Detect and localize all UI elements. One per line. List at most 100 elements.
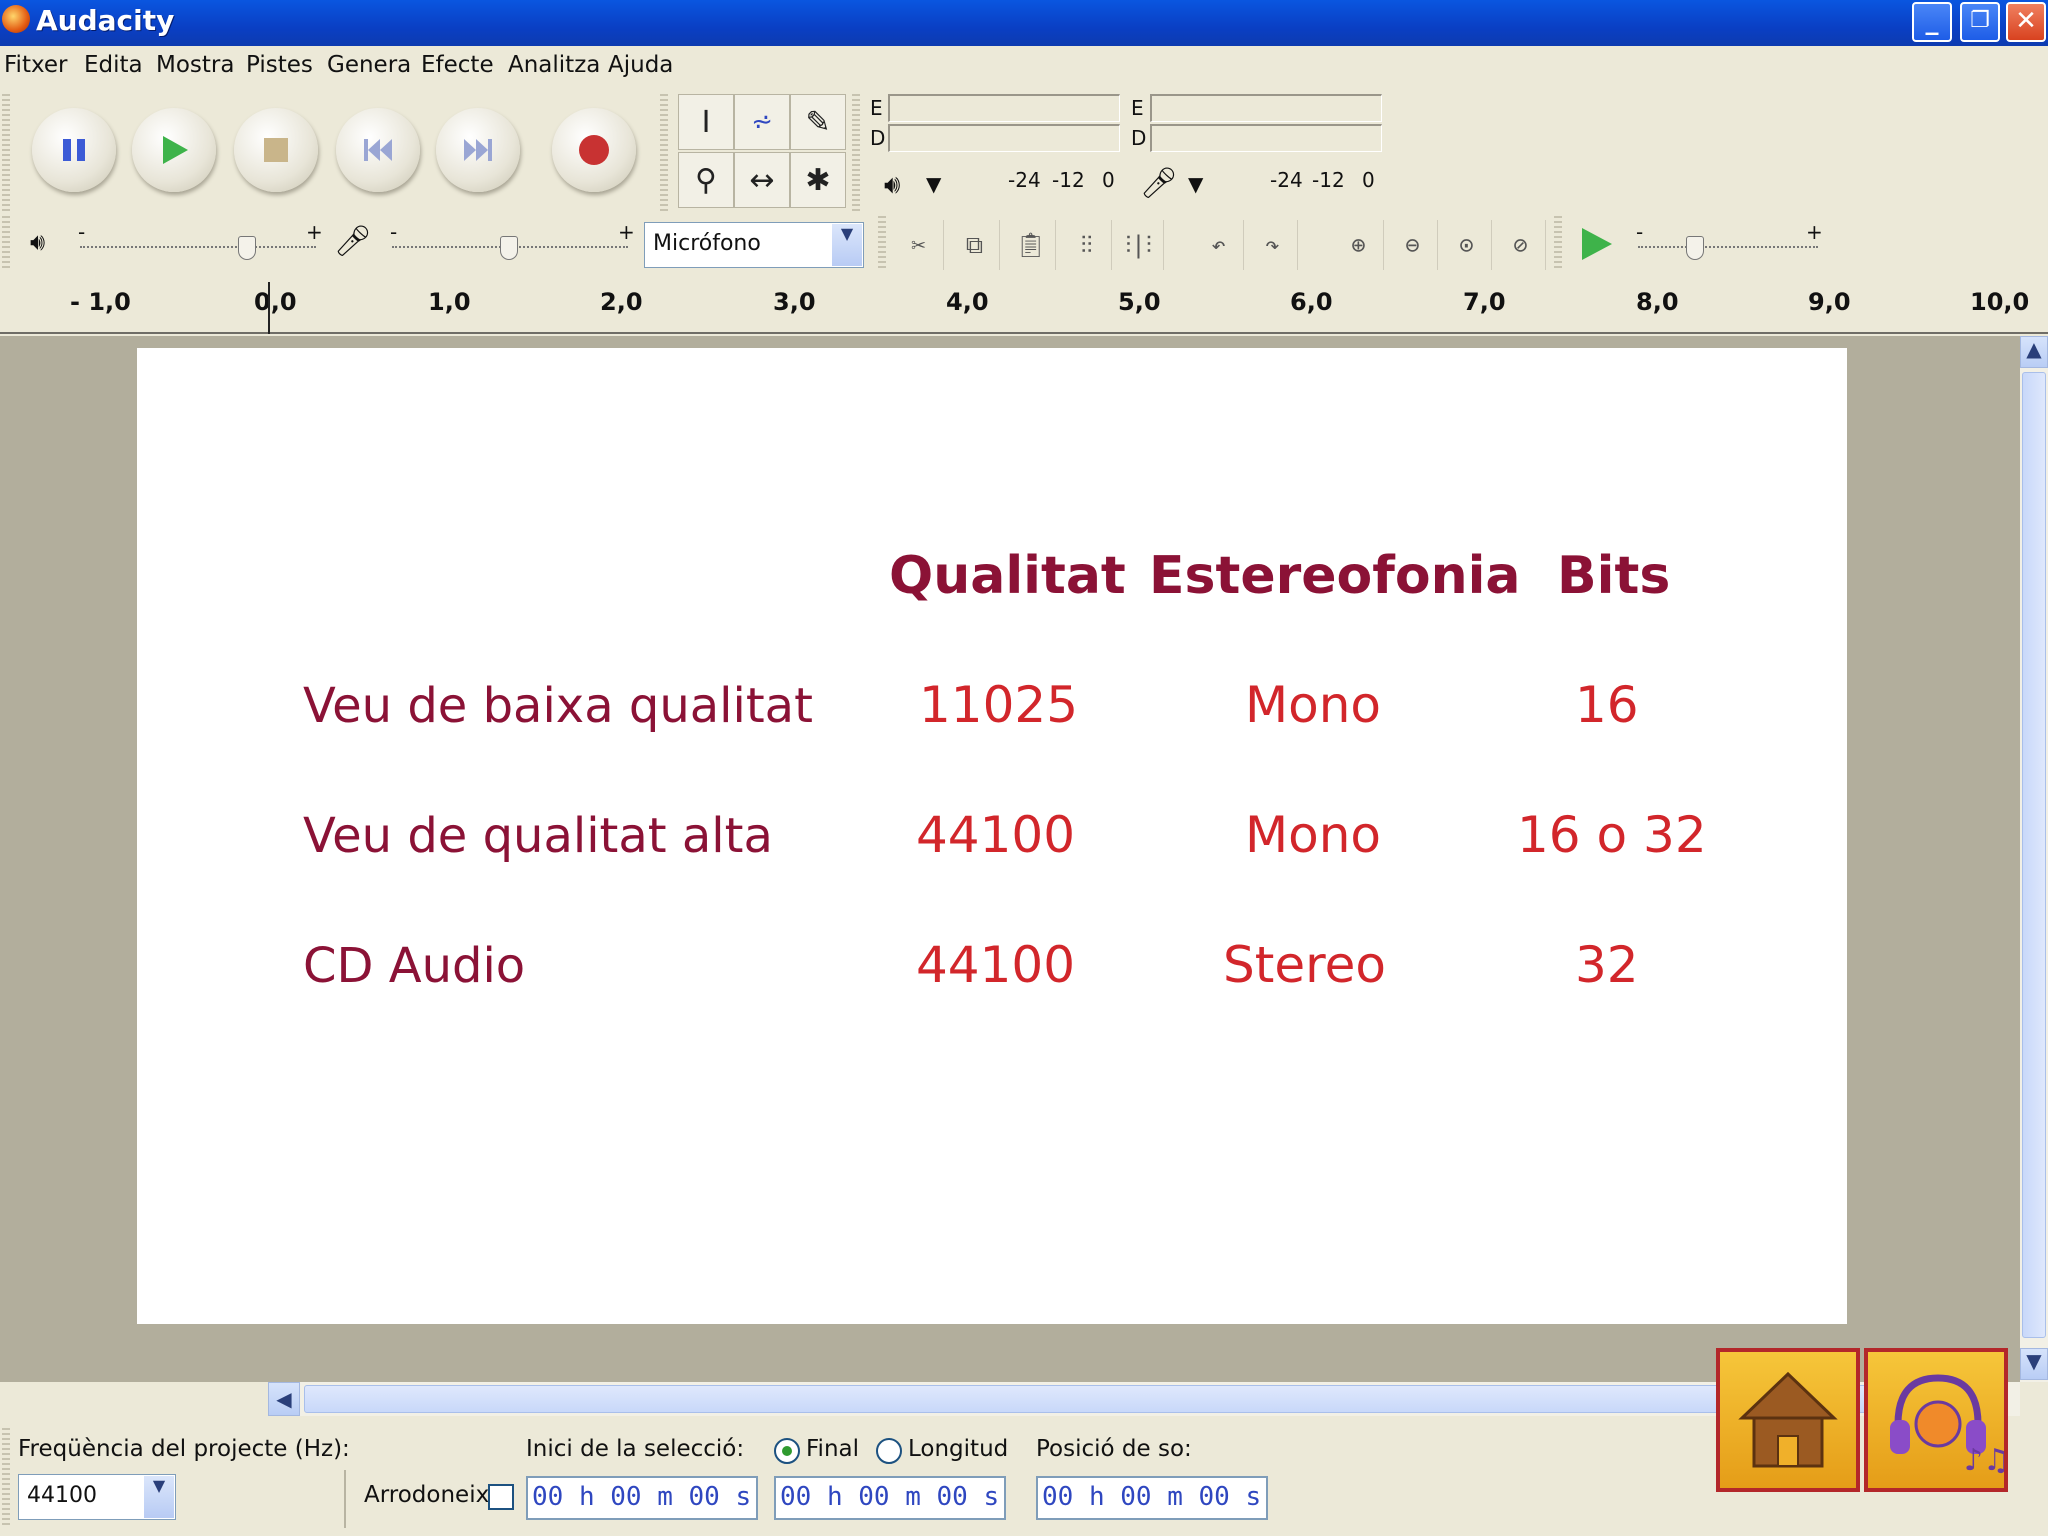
snap-label: Arrodoneix — [364, 1482, 490, 1508]
menu-ajuda[interactable]: Ajuda — [608, 52, 673, 78]
speaker-icon[interactable]: 🔊︎ — [884, 170, 900, 201]
final-radio[interactable] — [774, 1438, 800, 1464]
header-bits: Bits — [1557, 546, 1671, 606]
play-button[interactable] — [132, 108, 216, 192]
record-meter-left — [1150, 94, 1382, 122]
stop-button[interactable] — [234, 108, 318, 192]
fit-project-icon[interactable]: ⊘ — [1496, 220, 1546, 270]
rec-meter-left-label: E — [1131, 96, 1144, 120]
record-button[interactable] — [552, 108, 636, 192]
undo-icon[interactable]: ↶ — [1194, 220, 1244, 270]
record-volume-thumb[interactable] — [500, 236, 518, 260]
playhead-cursor[interactable] — [268, 282, 270, 334]
ruler-label: 6,0 — [1290, 288, 1333, 316]
radio-selected-dot — [782, 1446, 792, 1456]
menu-pistes[interactable]: Pistes — [246, 52, 313, 78]
separator — [344, 1470, 346, 1528]
ruler-label: 2,0 — [600, 288, 643, 316]
input-source-select[interactable]: Micrófono — [644, 222, 864, 268]
toolbar-grip[interactable] — [878, 216, 886, 270]
multi-tool-icon[interactable]: ✱ — [790, 152, 846, 208]
playback-volume-thumb[interactable] — [238, 236, 256, 260]
cell-estereofonia: Mono — [1245, 806, 1382, 864]
cell-qualitat: 44100 — [916, 806, 1076, 864]
menu-edita[interactable]: Edita — [84, 52, 143, 78]
play-icon — [1582, 228, 1612, 260]
ruler-label: 9,0 — [1808, 288, 1851, 316]
restore-icon[interactable]: ❐ — [1960, 2, 2000, 42]
timeline-ruler[interactable]: - 1,0 0,0 1,0 2,0 3,0 4,0 5,0 6,0 7,0 8,… — [0, 276, 2048, 334]
paste-icon[interactable]: 📋︎ — [1006, 220, 1056, 270]
menu-efecte[interactable]: Efecte — [421, 52, 494, 78]
vertical-scroll-thumb[interactable] — [2022, 372, 2046, 1338]
menu-bar: Fitxer Edita Mostra Pistes Genera Efecte… — [0, 46, 2048, 86]
playback-meter-left — [888, 94, 1120, 122]
minimize-icon[interactable]: _ — [1912, 2, 1952, 42]
selection-tool-icon[interactable]: I — [678, 94, 734, 150]
menu-analitza[interactable]: Analitza — [508, 52, 600, 78]
header-qualitat: Qualitat — [889, 546, 1126, 606]
trim-icon[interactable]: ⫶⫶ — [1062, 220, 1112, 270]
play-speed-thumb[interactable] — [1686, 236, 1704, 260]
timeshift-tool-icon[interactable]: ↔ — [734, 152, 790, 208]
toolbar-grip[interactable] — [2, 94, 10, 214]
skip-end-button[interactable] — [436, 108, 520, 192]
zoom-tool-icon[interactable]: ⚲ — [678, 152, 734, 208]
title-bar: Audacity _ ❐ ✕ — [0, 0, 2048, 46]
close-icon[interactable]: ✕ — [2006, 2, 2046, 42]
toolbar-grip[interactable] — [2, 1428, 10, 1528]
playback-volume-slider[interactable] — [80, 246, 316, 248]
music-button[interactable]: ♪♫ — [1864, 1348, 2010, 1492]
meter-scale-label: -12 — [1312, 168, 1345, 192]
scroll-up-icon[interactable]: ▲ — [2020, 336, 2048, 368]
toolbar-grip[interactable] — [2, 216, 10, 270]
play-at-speed-button[interactable] — [1578, 226, 1614, 266]
silence-icon[interactable]: ⫶|⫶ — [1114, 220, 1164, 270]
skip-start-button[interactable] — [336, 108, 420, 192]
scroll-left-icon[interactable]: ◀ — [268, 1382, 300, 1416]
longitud-label: Longitud — [908, 1436, 1009, 1462]
toolbar-grip[interactable] — [852, 94, 860, 214]
menu-fitxer[interactable]: Fitxer — [4, 52, 67, 78]
chevron-down-icon[interactable]: ▼ — [1188, 172, 1203, 196]
envelope-tool-icon[interactable]: ⩫ — [734, 94, 790, 150]
selection-start-time[interactable]: 00 h 00 m 00 s — [526, 1476, 758, 1520]
menu-genera[interactable]: Genera — [327, 52, 411, 78]
svg-text:♪♫: ♪♫ — [1964, 1443, 2004, 1478]
slider-plus-label: + — [618, 220, 635, 244]
ruler-label: 8,0 — [1636, 288, 1679, 316]
draw-tool-icon[interactable]: ✎ — [790, 94, 846, 150]
copy-icon[interactable]: ⧉ — [950, 220, 1000, 270]
cut-icon[interactable]: ✂ — [894, 220, 944, 270]
ruler-label: 0,0 — [254, 288, 297, 316]
play-speed-slider[interactable] — [1638, 246, 1818, 248]
redo-icon[interactable]: ↷ — [1248, 220, 1298, 270]
menu-mostra[interactable]: Mostra — [156, 52, 234, 78]
toolbar-grip[interactable] — [1554, 216, 1562, 270]
chevron-down-icon[interactable]: ▼ — [144, 1476, 174, 1518]
row-label: Veu de baixa qualitat — [303, 678, 813, 734]
ruler-label: 3,0 — [773, 288, 816, 316]
chevron-down-icon[interactable]: ▼ — [926, 172, 941, 196]
zoom-in-icon[interactable]: ⊕ — [1334, 220, 1384, 270]
snap-checkbox[interactable] — [488, 1484, 514, 1510]
pause-button[interactable] — [32, 108, 116, 192]
fit-selection-icon[interactable]: ⊙ — [1442, 220, 1492, 270]
toolbar-grip[interactable] — [660, 94, 668, 214]
ruler-label: - 1,0 — [70, 288, 131, 316]
scroll-down-icon[interactable]: ▼ — [2020, 1348, 2048, 1380]
chevron-down-icon[interactable]: ▼ — [832, 224, 862, 266]
skip-start-icon — [364, 139, 392, 161]
stop-icon — [264, 138, 288, 162]
audio-position-time[interactable]: 00 h 00 m 00 s — [1036, 1476, 1268, 1520]
selection-end-time[interactable]: 00 h 00 m 00 s — [774, 1476, 1006, 1520]
longitud-radio[interactable] — [876, 1438, 902, 1464]
toolbar-area: I ⩫ ✎ ⚲ ↔ ✱ E D E D 🔊︎ ▼ -24 -12 0 🎤︎ ▼ … — [0, 86, 2048, 276]
zoom-out-icon[interactable]: ⊖ — [1388, 220, 1438, 270]
cell-bits: 16 o 32 — [1517, 806, 1707, 864]
vertical-scrollbar[interactable]: ▲ ▼ — [2020, 336, 2048, 1382]
microphone-icon[interactable]: 🎤︎ — [1140, 166, 1178, 201]
home-button[interactable] — [1716, 1348, 1860, 1492]
project-rate-label: Freqüència del projecte (Hz): — [18, 1436, 350, 1462]
slide-panel: Qualitat Estereofonia Bits Veu de baixa … — [137, 348, 1847, 1324]
